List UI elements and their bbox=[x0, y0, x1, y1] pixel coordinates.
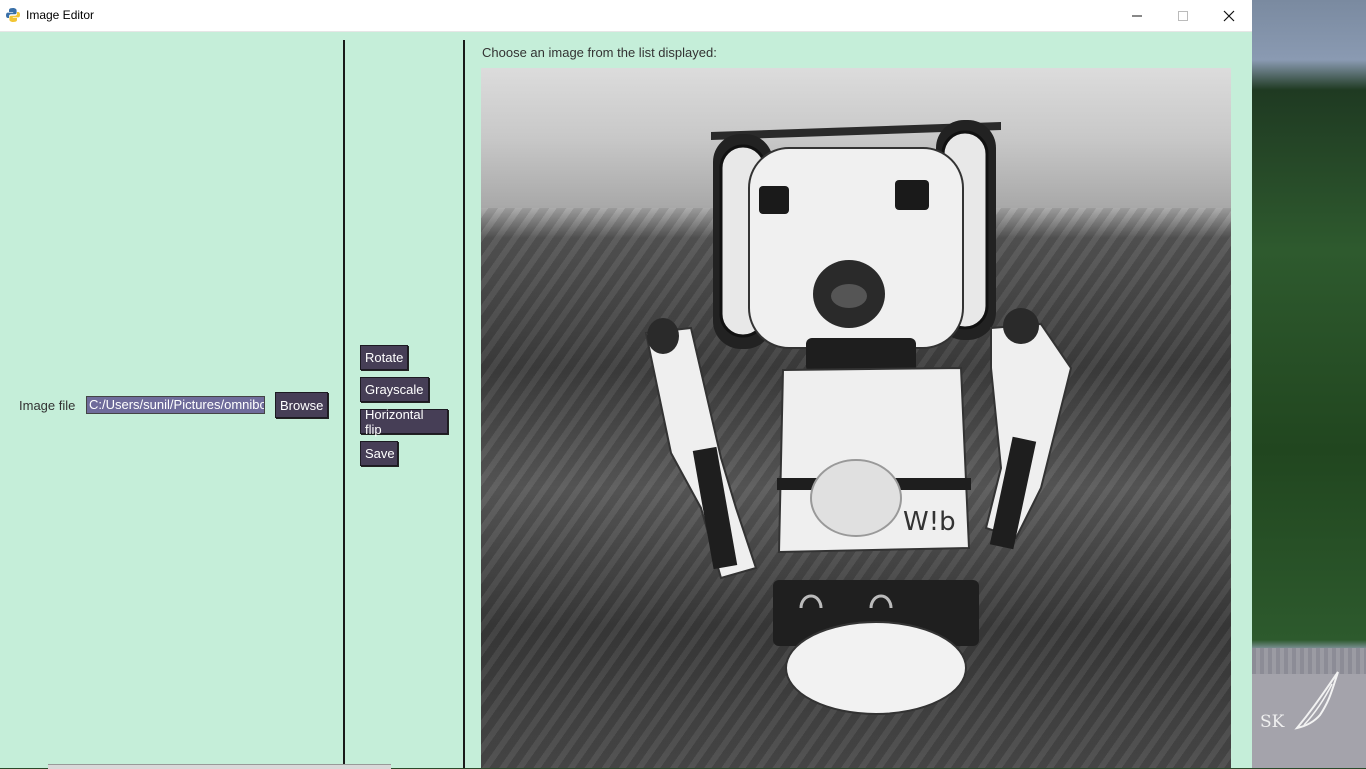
robot-image: W!b bbox=[644, 120, 1073, 715]
column-divider bbox=[463, 40, 465, 768]
close-icon bbox=[1223, 10, 1235, 21]
python-icon bbox=[6, 8, 20, 22]
svg-text:W!b: W!b bbox=[903, 507, 956, 537]
app-window: Image Editor Image file C:/Users/sunil/P… bbox=[0, 0, 1252, 769]
desktop-wallpaper: SK bbox=[1252, 0, 1366, 768]
image-file-input[interactable]: C:/Users/sunil/Pictures/omnibot.jpg bbox=[86, 396, 265, 414]
minimize-icon bbox=[1132, 15, 1142, 16]
image-prompt-label: Choose an image from the list displayed: bbox=[482, 45, 717, 60]
horizontal-flip-button[interactable]: Horizontal flip bbox=[360, 407, 448, 437]
window-title: Image Editor bbox=[26, 8, 95, 22]
browse-button[interactable]: Browse bbox=[275, 392, 328, 418]
title-bar[interactable]: Image Editor bbox=[0, 0, 1252, 32]
wing-logo-icon bbox=[1294, 671, 1339, 730]
close-button[interactable] bbox=[1206, 0, 1252, 31]
minimize-button[interactable] bbox=[1114, 0, 1160, 31]
image-preview: W!b bbox=[481, 68, 1231, 768]
save-button[interactable]: Save bbox=[360, 441, 398, 466]
maximize-button[interactable] bbox=[1160, 0, 1206, 31]
maximize-icon bbox=[1178, 10, 1188, 21]
grayscale-button[interactable]: Grayscale bbox=[360, 377, 429, 402]
rotate-button[interactable]: Rotate bbox=[360, 345, 408, 370]
column-divider bbox=[343, 40, 345, 768]
image-file-label: Image file bbox=[19, 398, 76, 413]
horizontal-scrollbar[interactable] bbox=[48, 764, 391, 769]
wallpaper-watermark: SK bbox=[1260, 712, 1285, 732]
